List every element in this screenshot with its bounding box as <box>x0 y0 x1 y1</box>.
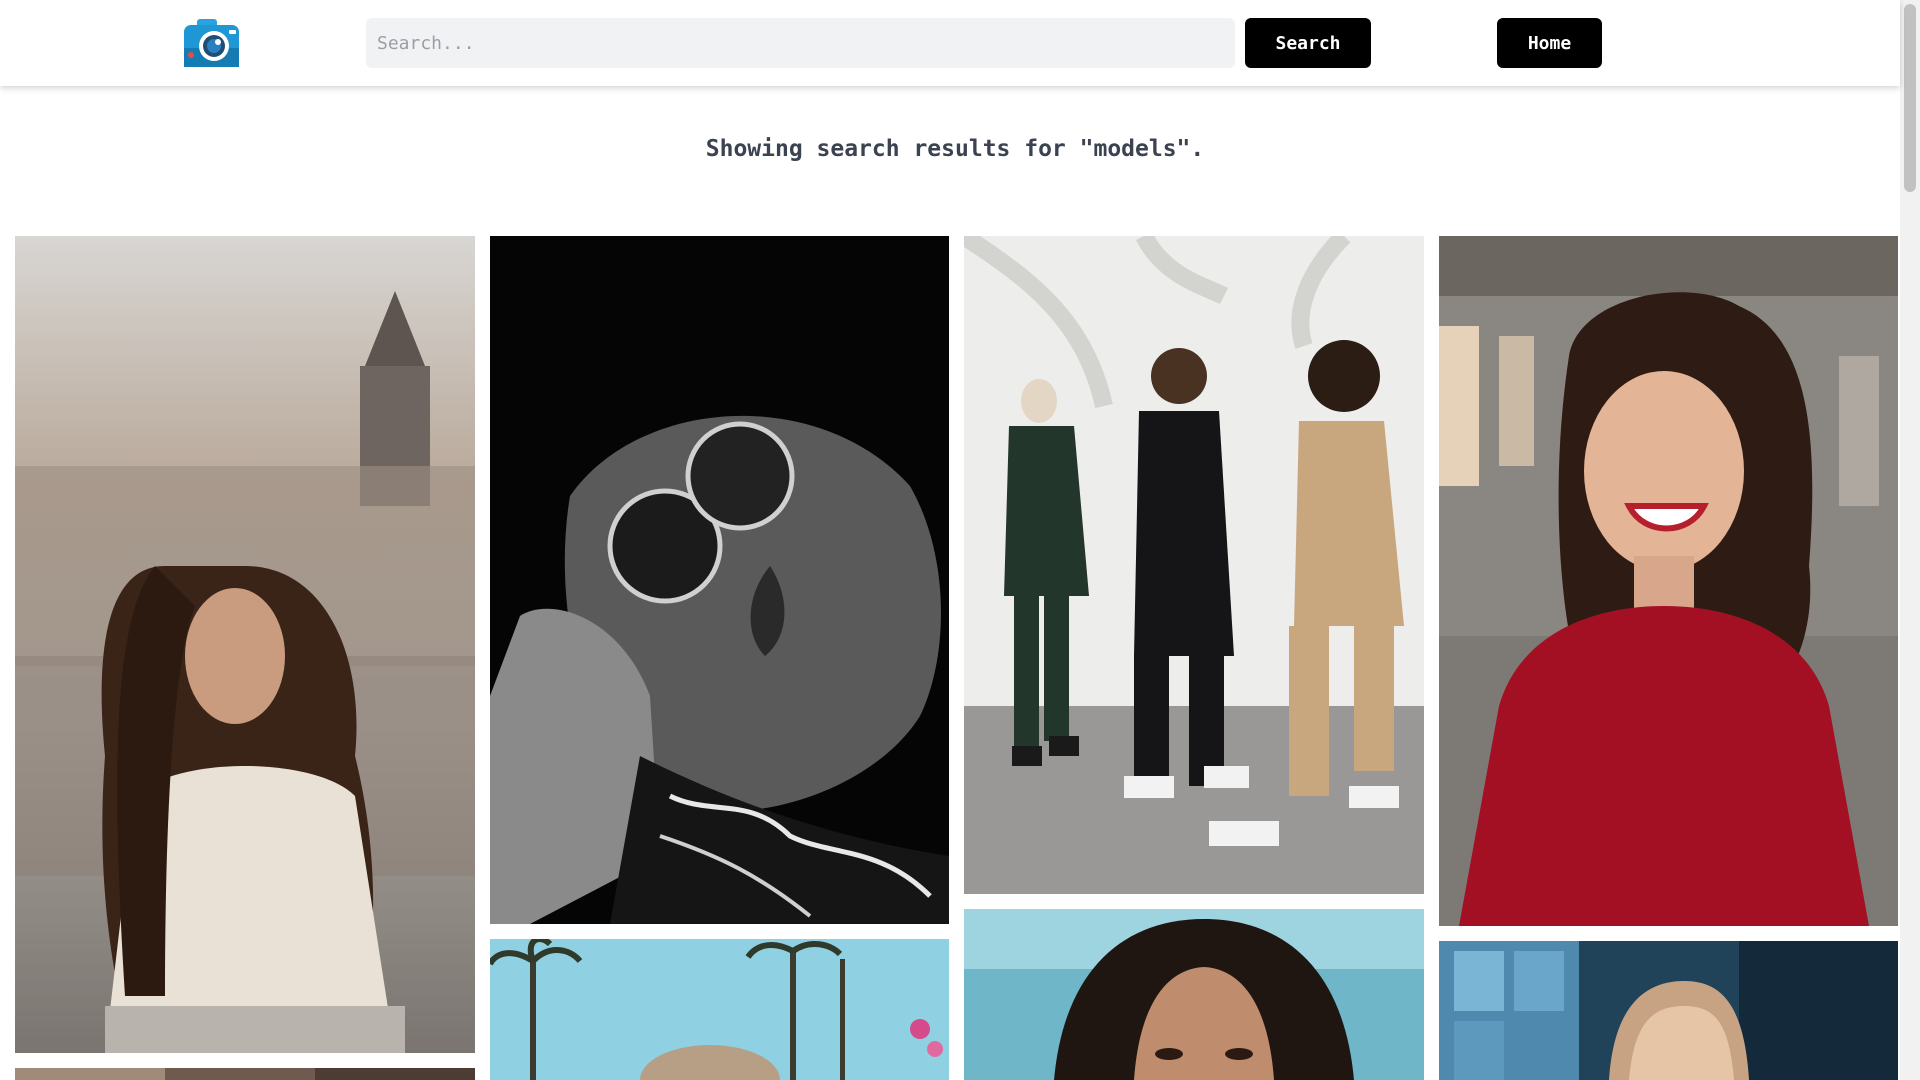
photo-three-models-walking[interactable] <box>964 236 1424 894</box>
photo-smiling-woman-red-top[interactable] <box>1439 236 1898 926</box>
photo-palm-trees-hat[interactable] <box>490 939 949 1080</box>
home-button[interactable]: Home <box>1497 18 1602 68</box>
camera-icon[interactable] <box>183 18 240 68</box>
page-scrollbar[interactable] <box>1900 0 1920 1080</box>
photo-woman-dark-hair-blue[interactable] <box>964 909 1424 1080</box>
photo-woman-blue-windows[interactable] <box>1439 941 1898 1080</box>
photo-sunglasses-black-white[interactable] <box>490 236 949 924</box>
search-button[interactable]: Search <box>1245 18 1371 68</box>
photo-woman-long-hair-city[interactable] <box>15 236 475 1053</box>
top-navbar: Search Home <box>0 0 1900 86</box>
scrollbar-thumb[interactable] <box>1904 4 1916 192</box>
search-input[interactable] <box>366 18 1235 68</box>
photo-woman-dark[interactable] <box>15 1068 475 1080</box>
search-results-message: Showing search results for "models". <box>705 136 1205 162</box>
